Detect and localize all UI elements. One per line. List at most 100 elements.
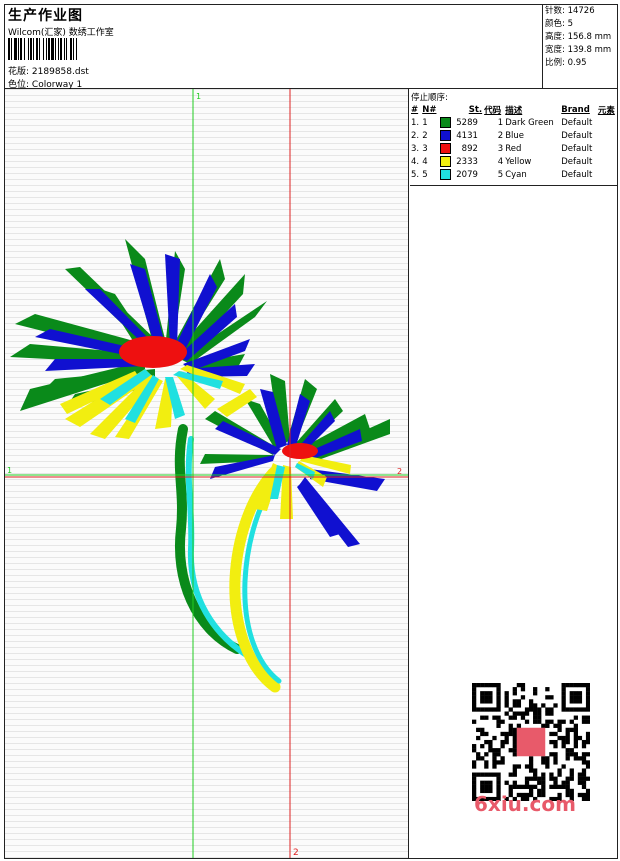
stat-value: 139.8 mm: [567, 45, 612, 55]
stop-stitches: 2333: [439, 155, 483, 168]
color-swatch: [440, 169, 452, 180]
stop-stitches: 2079: [439, 168, 483, 181]
stop-stitches: 4131: [439, 129, 483, 142]
stop-number: 5: [422, 169, 428, 180]
stop-element: [597, 155, 618, 168]
col-code: 代码: [484, 105, 502, 116]
stitch-count: 2333: [456, 157, 478, 167]
stop-sequence-rows: 1. 1 5289 1 Dark Green Default 2. 2 4131 2 Blue D…: [410, 116, 618, 181]
stop-brand: Default: [561, 143, 593, 154]
stop-sequence-title: 停止顺序:: [411, 93, 448, 103]
stat-label: 高度:: [545, 32, 565, 42]
guide-horizontal-2-label: 2: [397, 467, 402, 476]
stop-index: 2.: [411, 130, 420, 141]
production-sheet: 生产作业图 Wilcom(汇家) 数绣工作室 花版: 2189858.dst 色…: [4, 4, 618, 859]
stop-element: [597, 129, 618, 142]
watermark-site: 6xiu.com: [474, 792, 576, 816]
table-divider: [410, 185, 618, 186]
stop-brand: Default: [561, 169, 593, 180]
stop-code: 5: [497, 169, 504, 180]
stop-number: 4: [422, 156, 428, 167]
qr-seal: [516, 727, 546, 757]
stop-element: [597, 142, 618, 155]
col-description: 描述: [505, 105, 523, 116]
stat-label: 比例:: [545, 58, 565, 68]
stitch-count: 4131: [456, 131, 478, 141]
stop-index: 5.: [411, 169, 420, 180]
stop-index: 3.: [411, 143, 420, 154]
stop-index: 4.: [411, 156, 420, 167]
col-stitches: St.: [468, 104, 483, 115]
stop-element: [597, 116, 618, 129]
stop-code: 1: [497, 117, 504, 128]
right-stem-yellow: [229, 467, 281, 693]
stop-brand: Default: [561, 117, 593, 128]
stat-value: 14726: [567, 6, 595, 16]
stop-description: Blue: [505, 130, 525, 141]
stop-stitches: 892: [439, 142, 483, 155]
stat-value: 156.8 mm: [567, 32, 612, 42]
guide-vertical-1-label: 1: [196, 92, 201, 101]
stop-code: 4: [497, 156, 504, 167]
stop-sequence-table: # N# St. 代码 描述 Brand 元素 1. 1 5289 1 Dark Gr…: [410, 103, 618, 181]
stitch-count: 5289: [456, 118, 478, 128]
stop-brand: Default: [561, 156, 593, 167]
stat-value: 5: [567, 19, 573, 29]
stat-label: 颜色:: [545, 19, 565, 29]
design-file-label: 花版:: [8, 67, 30, 77]
stat-height: 高度: 156.8 mm: [545, 31, 617, 44]
stitch-count: 892: [461, 144, 478, 154]
guide-horizontal-1-label: 1: [7, 466, 12, 475]
sheet-header: 生产作业图 Wilcom(汇家) 数绣工作室 花版: 2189858.dst 色…: [5, 5, 617, 90]
stop-brand: Default: [561, 130, 593, 141]
stat-colors: 颜色: 5: [545, 18, 617, 31]
stop-index: 1.: [411, 117, 420, 128]
company-name: Wilcom(汇家) 数绣工作室: [8, 28, 114, 38]
stop-sequence-header: # N# St. 代码 描述 Brand 元素: [410, 103, 618, 116]
color-swatch: [440, 156, 452, 167]
design-file: 花版: 2189858.dst: [8, 64, 89, 77]
stop-row: 2. 2 4131 2 Blue Default: [410, 129, 618, 142]
stop-number: 2: [422, 130, 428, 141]
stop-row: 4. 4 2333 4 Yellow Default: [410, 155, 618, 168]
stop-number: 1: [422, 117, 428, 128]
col-number: N#: [422, 104, 437, 115]
stop-row: 1. 1 5289 1 Dark Green Default: [410, 116, 618, 129]
stat-width: 宽度: 139.8 mm: [545, 44, 617, 57]
embroidery-preview: 1 2 1 2: [5, 89, 408, 858]
stat-scale: 比例: 0.95: [545, 57, 617, 70]
stop-element: [597, 168, 618, 181]
barcode-bar: [77, 38, 78, 60]
stop-number: 3: [422, 143, 428, 154]
col-element: 元素: [597, 105, 615, 116]
col-index: #: [411, 104, 419, 115]
stitch-count: 2079: [456, 170, 478, 180]
stat-label: 针数:: [545, 6, 565, 16]
stop-row: 5. 5 2079 5 Cyan Default: [410, 168, 618, 181]
color-swatch: [440, 117, 452, 128]
guide-vertical-2-label: 2: [293, 848, 299, 858]
stat-value: 0.95: [567, 58, 587, 68]
barcode: [8, 38, 146, 60]
color-swatch: [440, 143, 452, 154]
color-swatch: [440, 130, 452, 141]
left-flower-red-center: [119, 336, 187, 368]
stop-description: Cyan: [505, 169, 527, 180]
col-brand: Brand: [561, 104, 590, 115]
right-flower-red-center: [282, 443, 318, 459]
stop-row: 3. 3 892 3 Red Default: [410, 142, 618, 155]
stop-description: Dark Green: [505, 117, 554, 128]
design-stats: 针数: 14726 颜色: 5 高度: 156.8 mm 宽度: 139.8 m…: [542, 5, 617, 89]
qr-code: [472, 683, 590, 801]
design-preview: 1 2 1 2: [5, 89, 409, 858]
stop-description: Yellow: [505, 156, 532, 167]
stop-code: 2: [497, 130, 504, 141]
stat-label: 宽度:: [545, 45, 565, 55]
stop-stitches: 5289: [439, 116, 483, 129]
stat-stitches: 针数: 14726: [545, 5, 617, 18]
right-flower: [200, 374, 390, 547]
stop-code: 3: [497, 143, 504, 154]
stop-description: Red: [505, 143, 522, 154]
design-file-value: 2189858.dst: [31, 67, 89, 77]
sheet-title: 生产作业图: [8, 8, 83, 24]
